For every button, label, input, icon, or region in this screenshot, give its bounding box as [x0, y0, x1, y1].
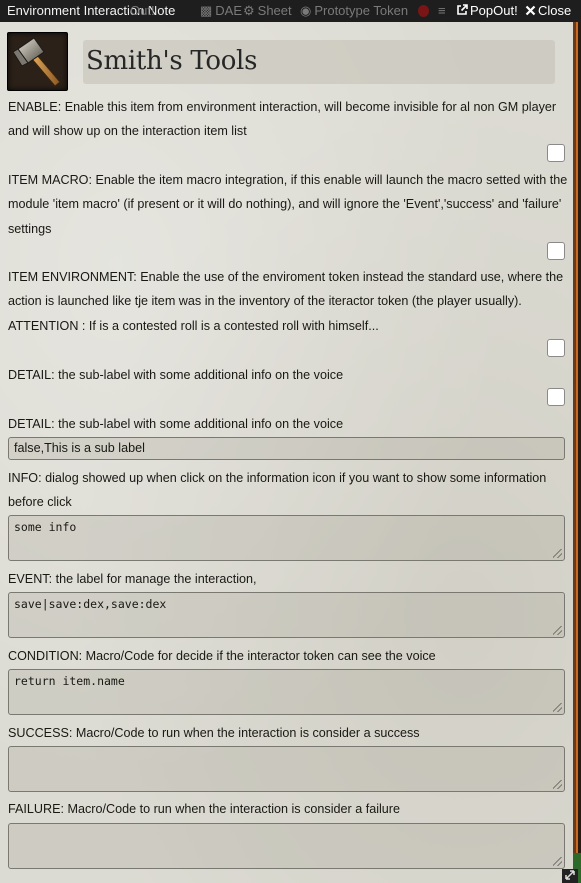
token-status-icon — [418, 5, 429, 17]
resize-handle[interactable] — [553, 549, 562, 558]
resize-handle[interactable] — [553, 703, 562, 712]
close-icon — [525, 5, 536, 16]
success-label: SUCCESS: Macro/Code to run when the inte… — [8, 726, 420, 740]
menu-icon: ≡ — [438, 3, 446, 18]
background-tab-popout: Out! — [130, 3, 155, 18]
file-icon: ▩ — [200, 3, 213, 18]
failure-textarea[interactable] — [8, 823, 565, 869]
environment-interaction-window: Environment Interaction Note Out! ▩ DAE ⚙… — [0, 0, 581, 883]
item-macro-checkbox[interactable] — [547, 242, 565, 260]
enable-checkbox[interactable] — [547, 144, 565, 162]
detail-check-label: DETAIL: the sub-label with some addition… — [8, 368, 344, 382]
enable-label: ENABLE: Enable this item from environmen… — [8, 100, 557, 139]
event-label: EVENT: the label for manage the interact… — [8, 572, 257, 586]
popout-button[interactable]: PopOut! — [456, 0, 518, 22]
detail-text-label: DETAIL: the sub-label with some addition… — [8, 417, 344, 431]
item-environment-label: ITEM ENVIRONMENT: Enable the use of the … — [8, 270, 564, 333]
hammer-icon — [12, 37, 61, 87]
user-icon: ◉ — [300, 3, 312, 18]
condition-label: CONDITION: Macro/Code for decide if the … — [8, 649, 436, 663]
external-link-icon — [457, 4, 468, 15]
background-tab-prototype-token: ◉ Prototype Token — [300, 0, 408, 22]
detail-checkbox[interactable] — [547, 388, 565, 406]
resize-handle[interactable] — [553, 857, 562, 866]
background-tab-dae: ▩ DAE — [200, 0, 242, 22]
item-environment-checkbox[interactable] — [547, 339, 565, 357]
success-textarea[interactable] — [8, 746, 565, 792]
condition-textarea[interactable]: return item.name — [8, 669, 565, 715]
item-name-field[interactable]: Smith's Tools — [83, 40, 555, 84]
window-edge — [573, 22, 581, 883]
window-resize-handle[interactable] — [562, 869, 578, 883]
info-textarea[interactable]: some info — [8, 515, 565, 561]
failure-label: FAILURE: Macro/Code to run when the inte… — [8, 802, 400, 816]
resize-handle[interactable] — [553, 780, 562, 789]
gear-icon: ⚙ — [243, 3, 255, 18]
info-label: INFO: dialog showed up when click on the… — [8, 471, 547, 510]
close-button[interactable]: Close — [525, 0, 571, 22]
resize-handle[interactable] — [553, 626, 562, 635]
event-textarea[interactable]: save|save:dex,save:dex — [8, 592, 565, 638]
window-header[interactable]: Environment Interaction Note Out! ▩ DAE ⚙… — [0, 0, 581, 22]
item-image[interactable] — [7, 32, 68, 91]
background-tab-sheet: ⚙ Sheet — [243, 0, 292, 22]
detail-text-input[interactable]: false,This is a sub label — [8, 437, 565, 460]
resize-icon — [565, 870, 575, 880]
item-macro-label: ITEM MACRO: Enable the item macro integr… — [8, 173, 568, 236]
